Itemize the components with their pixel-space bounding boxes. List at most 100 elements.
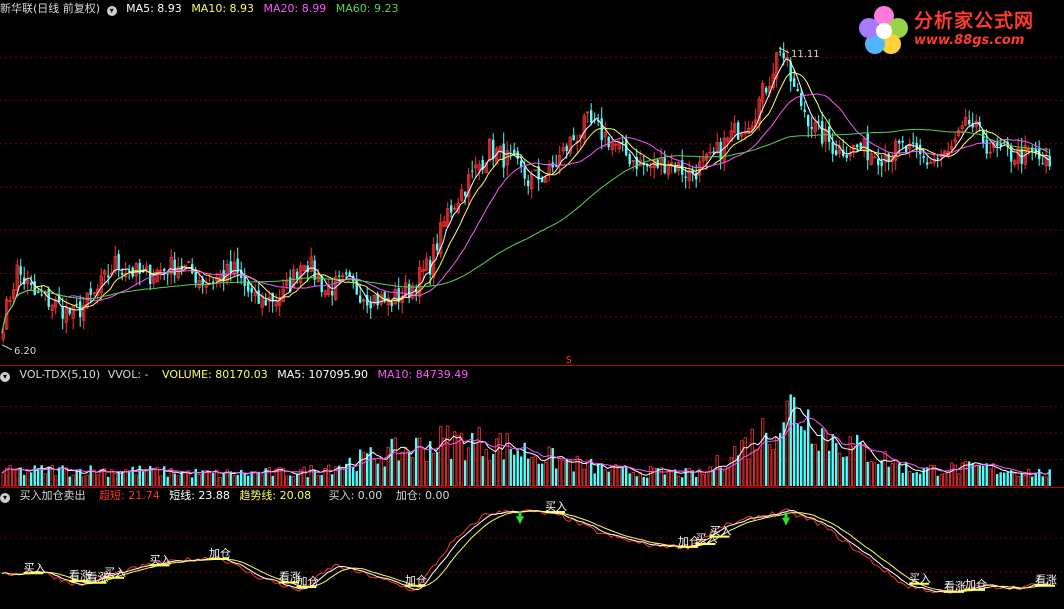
- volume-bar: [176, 475, 180, 487]
- volume-bar: [915, 472, 918, 486]
- volume-bar: [1048, 469, 1051, 486]
- logo-url: www.88gs.com: [914, 33, 1025, 48]
- volume-bar: [582, 468, 586, 487]
- volume-bar: [411, 457, 415, 487]
- volume-bar: [869, 461, 873, 487]
- volume-bar: [68, 476, 71, 486]
- volume-bar: [197, 474, 201, 487]
- volume-bar: [883, 451, 887, 487]
- volume-bar: [842, 457, 845, 486]
- volume-bar: [477, 427, 481, 487]
- volume-bar: [649, 465, 653, 487]
- volume-bar: [754, 449, 758, 487]
- candle: [464, 191, 467, 196]
- candle: [471, 170, 474, 172]
- volume-bar: [142, 471, 145, 486]
- candle: [845, 154, 848, 159]
- panel-toggle-icon[interactable]: ▾: [0, 493, 10, 503]
- volume-bar: [610, 465, 614, 487]
- volume-bar: [15, 469, 19, 487]
- candle: [621, 141, 624, 143]
- indicator-panel-header: ▾ 买入加仓卖出 超短: 21.74 短线: 23.88 趋势线: 20.08 …: [0, 488, 456, 504]
- volume-bar: [953, 464, 957, 487]
- volume-bar: [873, 462, 877, 487]
- down-arrow-icon: [782, 517, 790, 526]
- volume-bar: [551, 448, 554, 486]
- volume-bar: [828, 450, 831, 486]
- volume-bar: [348, 457, 351, 486]
- candle: [737, 122, 740, 140]
- volume-bar: [309, 465, 313, 487]
- candle: [107, 275, 110, 278]
- candle: [877, 158, 880, 166]
- volume-bar: [513, 454, 516, 486]
- low-marker: 6.20: [14, 346, 36, 357]
- volume-bar: [471, 432, 474, 486]
- volume-bar: [425, 461, 429, 487]
- volume-bar: [372, 458, 376, 487]
- volume-bar: [768, 444, 772, 487]
- logo-title: 分析家公式网: [914, 10, 1035, 32]
- volume-bar: [607, 471, 610, 486]
- candle: [450, 205, 453, 213]
- candle: [803, 109, 806, 112]
- volume-bar: [999, 472, 1002, 486]
- candle: [628, 154, 631, 165]
- volume-bar: [813, 444, 817, 487]
- volume-bar: [173, 473, 176, 486]
- volume-bar: [898, 463, 901, 486]
- volume-bar: [670, 471, 674, 487]
- volume-bar: [803, 430, 806, 486]
- volume-bar: [271, 475, 274, 486]
- volume-bar: [527, 458, 530, 486]
- panel-toggle-icon[interactable]: ▾: [0, 372, 10, 382]
- candle: [117, 253, 120, 270]
- candle: [369, 302, 372, 309]
- volume-bar: [765, 432, 768, 486]
- candle: [866, 133, 869, 161]
- candle: [243, 275, 246, 286]
- volume-bar: [1041, 476, 1044, 486]
- volume-bar: [341, 466, 345, 487]
- volume-readout: VOLUME: 80170.03: [162, 368, 268, 381]
- panel-toggle-icon[interactable]: ▾: [106, 6, 117, 16]
- volume-bar: [362, 451, 366, 487]
- volume-bar: [1, 472, 5, 487]
- volume-bar: [737, 455, 740, 486]
- volume-bar: [638, 472, 642, 487]
- volume-bar: [579, 459, 583, 487]
- volume-bar: [43, 473, 47, 487]
- volume-bar: [946, 472, 950, 487]
- volume-bar: [159, 475, 163, 487]
- volume-bar: [712, 470, 715, 486]
- candle: [936, 158, 939, 160]
- candle: [313, 260, 316, 280]
- candle: [331, 290, 334, 296]
- volume-bar: [817, 450, 820, 486]
- volume-bar: [890, 463, 894, 487]
- ma5-readout: MA5: 8.93: [126, 2, 182, 15]
- volume-bar: [516, 450, 519, 486]
- candle: [520, 160, 523, 167]
- volume-bar: [296, 473, 299, 486]
- trend-line: [1, 510, 1049, 593]
- candle: [712, 151, 715, 154]
- volume-bar: [533, 456, 537, 487]
- candle: [527, 180, 530, 187]
- volume-bar: [908, 471, 912, 487]
- volume-bar: [939, 474, 943, 487]
- signal-label: 加仓: [405, 573, 427, 587]
- volume-bar: [775, 436, 779, 487]
- volume-bar: [113, 473, 117, 487]
- volume-bar: [537, 463, 540, 486]
- volume-bar: [450, 458, 453, 486]
- volume-bar: [789, 394, 792, 486]
- candle: [247, 282, 250, 292]
- volume-bar: [544, 462, 548, 487]
- volume-bar: [393, 437, 397, 487]
- volume-bar: [635, 476, 638, 486]
- candle: [880, 161, 883, 167]
- volume-bar: [982, 465, 985, 486]
- volume-bar: [740, 440, 744, 487]
- volume-bar: [306, 477, 309, 486]
